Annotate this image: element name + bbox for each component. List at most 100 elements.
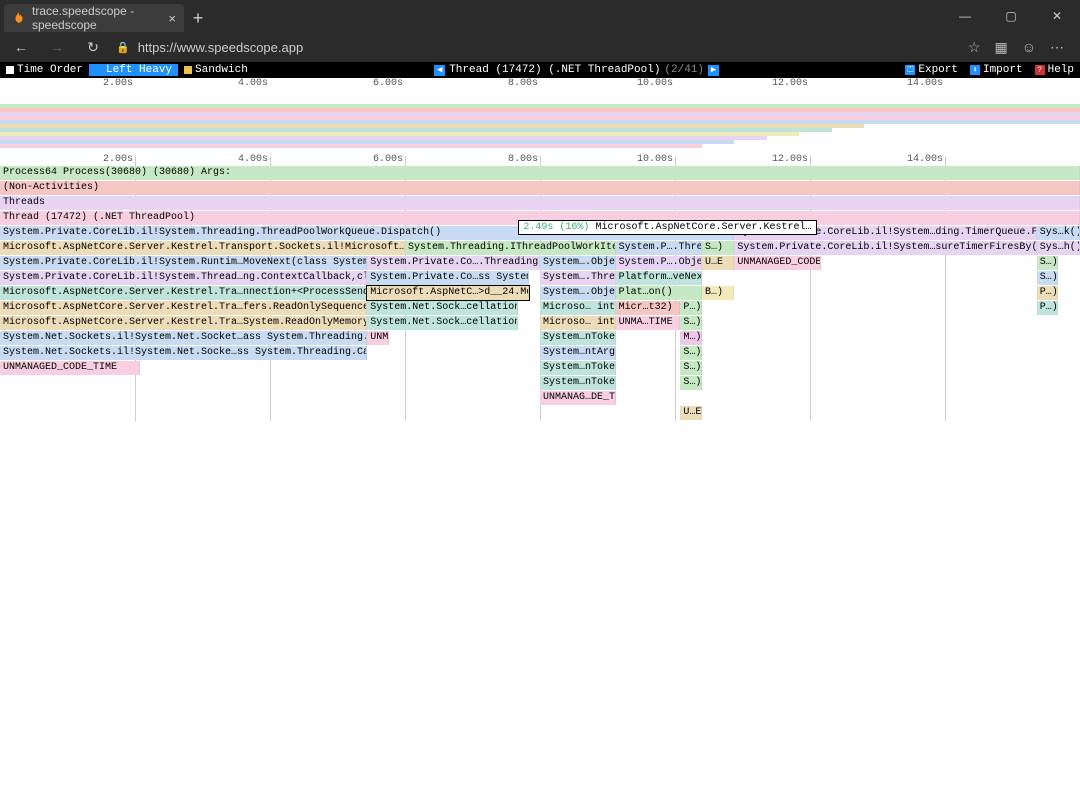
flame-frame[interactable]: Platform…veNext() bbox=[616, 271, 702, 285]
flame-frame[interactable]: System….Object) bbox=[540, 256, 616, 270]
flame-frame[interactable]: Process64 Process(30680) (30680) Args: bbox=[0, 166, 1080, 180]
flame-frame[interactable]: System….Thread) bbox=[540, 271, 616, 285]
new-tab-button[interactable]: + bbox=[184, 4, 212, 32]
forward-button[interactable]: → bbox=[44, 39, 70, 55]
flame-frame[interactable]: Micr…t32) bbox=[616, 301, 681, 315]
thread-next-button[interactable]: ▶ bbox=[708, 65, 719, 76]
flame-frame[interactable]: S…) bbox=[680, 376, 702, 390]
flame-frame[interactable]: System.Net.Sock…cellationToken) bbox=[367, 316, 518, 330]
flame-frame[interactable]: P…) bbox=[1037, 301, 1059, 315]
ruler-tick: 2.00s bbox=[103, 154, 135, 165]
export-button[interactable]: ⏍Export bbox=[899, 64, 964, 76]
window-maximize[interactable]: ▢ bbox=[988, 0, 1034, 32]
flame-frame[interactable]: System….Object) bbox=[540, 286, 616, 300]
flame-frame[interactable]: Plat…on() bbox=[616, 286, 702, 300]
flame-frame[interactable]: System…nToken) bbox=[540, 376, 616, 390]
flame-frame[interactable]: U…E bbox=[702, 256, 734, 270]
flame-frame[interactable]: System…nToken) bbox=[540, 361, 616, 375]
view-mode-left-heavy[interactable]: Left Heavy bbox=[89, 64, 178, 76]
flame-frame[interactable]: Microso… int8>) bbox=[540, 316, 616, 330]
flame-frame[interactable]: (Non-Activities) bbox=[0, 181, 1080, 195]
view-mode-sandwich[interactable]: Sandwich bbox=[178, 64, 254, 76]
flame-frame[interactable]: U…E bbox=[680, 406, 702, 420]
flame-frame[interactable]: UNMANAGED_CODE_TIME bbox=[0, 361, 140, 375]
flame-frame[interactable]: Microsoft.AspNetCore.Server.Kestrel.Tran… bbox=[0, 241, 405, 255]
flame-frame[interactable]: UNMANAGED_CODE_TIME bbox=[734, 256, 820, 270]
tab-title: trace.speedscope - speedscope bbox=[32, 4, 154, 32]
flame-frame[interactable]: M…) bbox=[680, 331, 702, 345]
flame-frame[interactable]: System.P….Object) bbox=[616, 256, 702, 270]
flame-frame[interactable]: S…) bbox=[680, 361, 702, 375]
flame-frame[interactable]: S…) bbox=[1037, 256, 1059, 270]
import-button[interactable]: ⬇Import bbox=[964, 64, 1029, 76]
flame-frame[interactable]: System.Net.Sockets.il!System.Net.Socket…… bbox=[0, 331, 367, 345]
window-close[interactable]: ✕ bbox=[1034, 0, 1080, 32]
flame-frame[interactable]: S…) bbox=[702, 241, 734, 255]
favorite-icon[interactable]: ☆ bbox=[968, 39, 981, 56]
mode-color-icon bbox=[184, 66, 192, 74]
hover-tooltip: 2.49s (16%) Microsoft.AspNetCore.Server.… bbox=[518, 220, 816, 235]
flame-frame[interactable]: System.Private.CoreLib.il!System.Thread…… bbox=[0, 271, 367, 285]
ruler-tick: 8.00s bbox=[508, 78, 540, 89]
mode-color-icon bbox=[95, 66, 103, 74]
mode-label: Sandwich bbox=[195, 64, 248, 76]
ruler-tick: 14.00s bbox=[907, 78, 945, 89]
url-text: https://www.speedscope.app bbox=[138, 40, 304, 55]
flame-frame[interactable]: System.Private.CoreLib.il!System.Runtim…… bbox=[0, 256, 367, 270]
flame-graph-area[interactable]: 2.00s 4.00s 6.00s 8.00s 10.00s 12.00s 14.00s 2… bbox=[0, 78, 1080, 421]
back-button[interactable]: ← bbox=[8, 39, 34, 55]
flame-frame[interactable]: System.P….Thread) bbox=[616, 241, 702, 255]
ruler-tick: 14.00s bbox=[907, 154, 945, 165]
ruler-tick: 10.00s bbox=[637, 154, 675, 165]
ruler-tick: 2.00s bbox=[103, 78, 135, 89]
flame-frame[interactable]: Threads bbox=[0, 196, 1080, 210]
flame-frame[interactable]: System.Threading.IThreadPoolWorkItem.Exe… bbox=[405, 241, 616, 255]
tab-close-icon[interactable]: × bbox=[168, 11, 176, 26]
flame-frame[interactable]: B…) bbox=[702, 286, 734, 300]
flame-frame[interactable]: System.Private.Co….Threading.Thread) bbox=[367, 256, 540, 270]
flame-frame[interactable]: Microsoft.AspNetC…>d__24.MoveNext() bbox=[367, 286, 529, 300]
flame-frame[interactable]: UNMANAG…DE_TIME bbox=[540, 391, 616, 405]
flame-frame[interactable]: P…) bbox=[1037, 286, 1059, 300]
flame-frame[interactable]: S…) bbox=[1037, 271, 1059, 285]
ruler-tick: 12.00s bbox=[772, 154, 810, 165]
flame-frame[interactable]: Microsoft.AspNetCore.Server.Kestrel.Tra…… bbox=[0, 301, 367, 315]
extensions-icon[interactable]: ▦ bbox=[994, 39, 1007, 56]
profile-icon[interactable]: ☺ bbox=[1022, 39, 1036, 56]
help-button[interactable]: ?Help bbox=[1029, 64, 1080, 76]
flame-frame[interactable]: System.Private.Co…ss System.Object) bbox=[367, 271, 529, 285]
minimap[interactable] bbox=[0, 90, 1080, 154]
flame-frame[interactable]: S…) bbox=[680, 316, 702, 330]
flame-frame[interactable]: System.Private.CoreLib.il!System…sureTim… bbox=[734, 241, 1036, 255]
menu-icon[interactable]: ⋯ bbox=[1050, 39, 1064, 56]
flame-frame[interactable]: S…) bbox=[680, 346, 702, 360]
thread-prev-button[interactable]: ◀ bbox=[434, 65, 445, 76]
flame-graph[interactable]: Process64 Process(30680) (30680) Args:(N… bbox=[0, 166, 1080, 421]
flame-frame[interactable]: System.Net.Sock…cellationToken) bbox=[367, 301, 518, 315]
address-bar[interactable]: 🔒 https://www.speedscope.app bbox=[116, 40, 958, 55]
refresh-button[interactable]: ↻ bbox=[80, 39, 106, 56]
flame-favicon bbox=[12, 11, 26, 25]
ruler-tick: 8.00s bbox=[508, 154, 540, 165]
flame-frame[interactable]: System…nToken) bbox=[540, 331, 616, 345]
ruler-tick: 6.00s bbox=[373, 78, 405, 89]
ruler-tick: 4.00s bbox=[238, 154, 270, 165]
flame-frame[interactable]: Microsoft.AspNetCore.Server.Kestrel.Tra…… bbox=[0, 316, 367, 330]
flame-frame[interactable]: System.Net.Sockets.il!System.Net.Socke…s… bbox=[0, 346, 367, 360]
view-mode-time-order[interactable]: Time Order bbox=[0, 64, 89, 76]
flame-frame[interactable]: Sys…k() bbox=[1037, 226, 1080, 240]
flame-frame[interactable]: Microsoft.AspNetCore.Server.Kestrel.Tra…… bbox=[0, 286, 367, 300]
thread-count: (2/41) bbox=[664, 64, 704, 76]
flame-frame[interactable]: Microso… int8>) bbox=[540, 301, 616, 315]
flame-frame[interactable]: System…ntArgs) bbox=[540, 346, 616, 360]
browser-tab[interactable]: trace.speedscope - speedscope × bbox=[4, 4, 184, 32]
window-minimize[interactable]: — bbox=[942, 0, 988, 32]
flame-frame[interactable]: P…) bbox=[680, 301, 702, 315]
app-toolbar: Time OrderLeft Heavy Sandwich ◀ Thread (1… bbox=[0, 62, 1080, 78]
ruler-tick: 12.00s bbox=[772, 78, 810, 89]
flame-frame[interactable]: UNMANAGED_CODE_TIME bbox=[367, 331, 389, 345]
flame-frame[interactable]: Sys…h() bbox=[1037, 241, 1080, 255]
ruler-tick: 6.00s bbox=[373, 154, 405, 165]
thread-label: Thread (17472) (.NET ThreadPool) bbox=[449, 64, 660, 76]
flame-frame[interactable]: UNMA…TIME bbox=[616, 316, 681, 330]
